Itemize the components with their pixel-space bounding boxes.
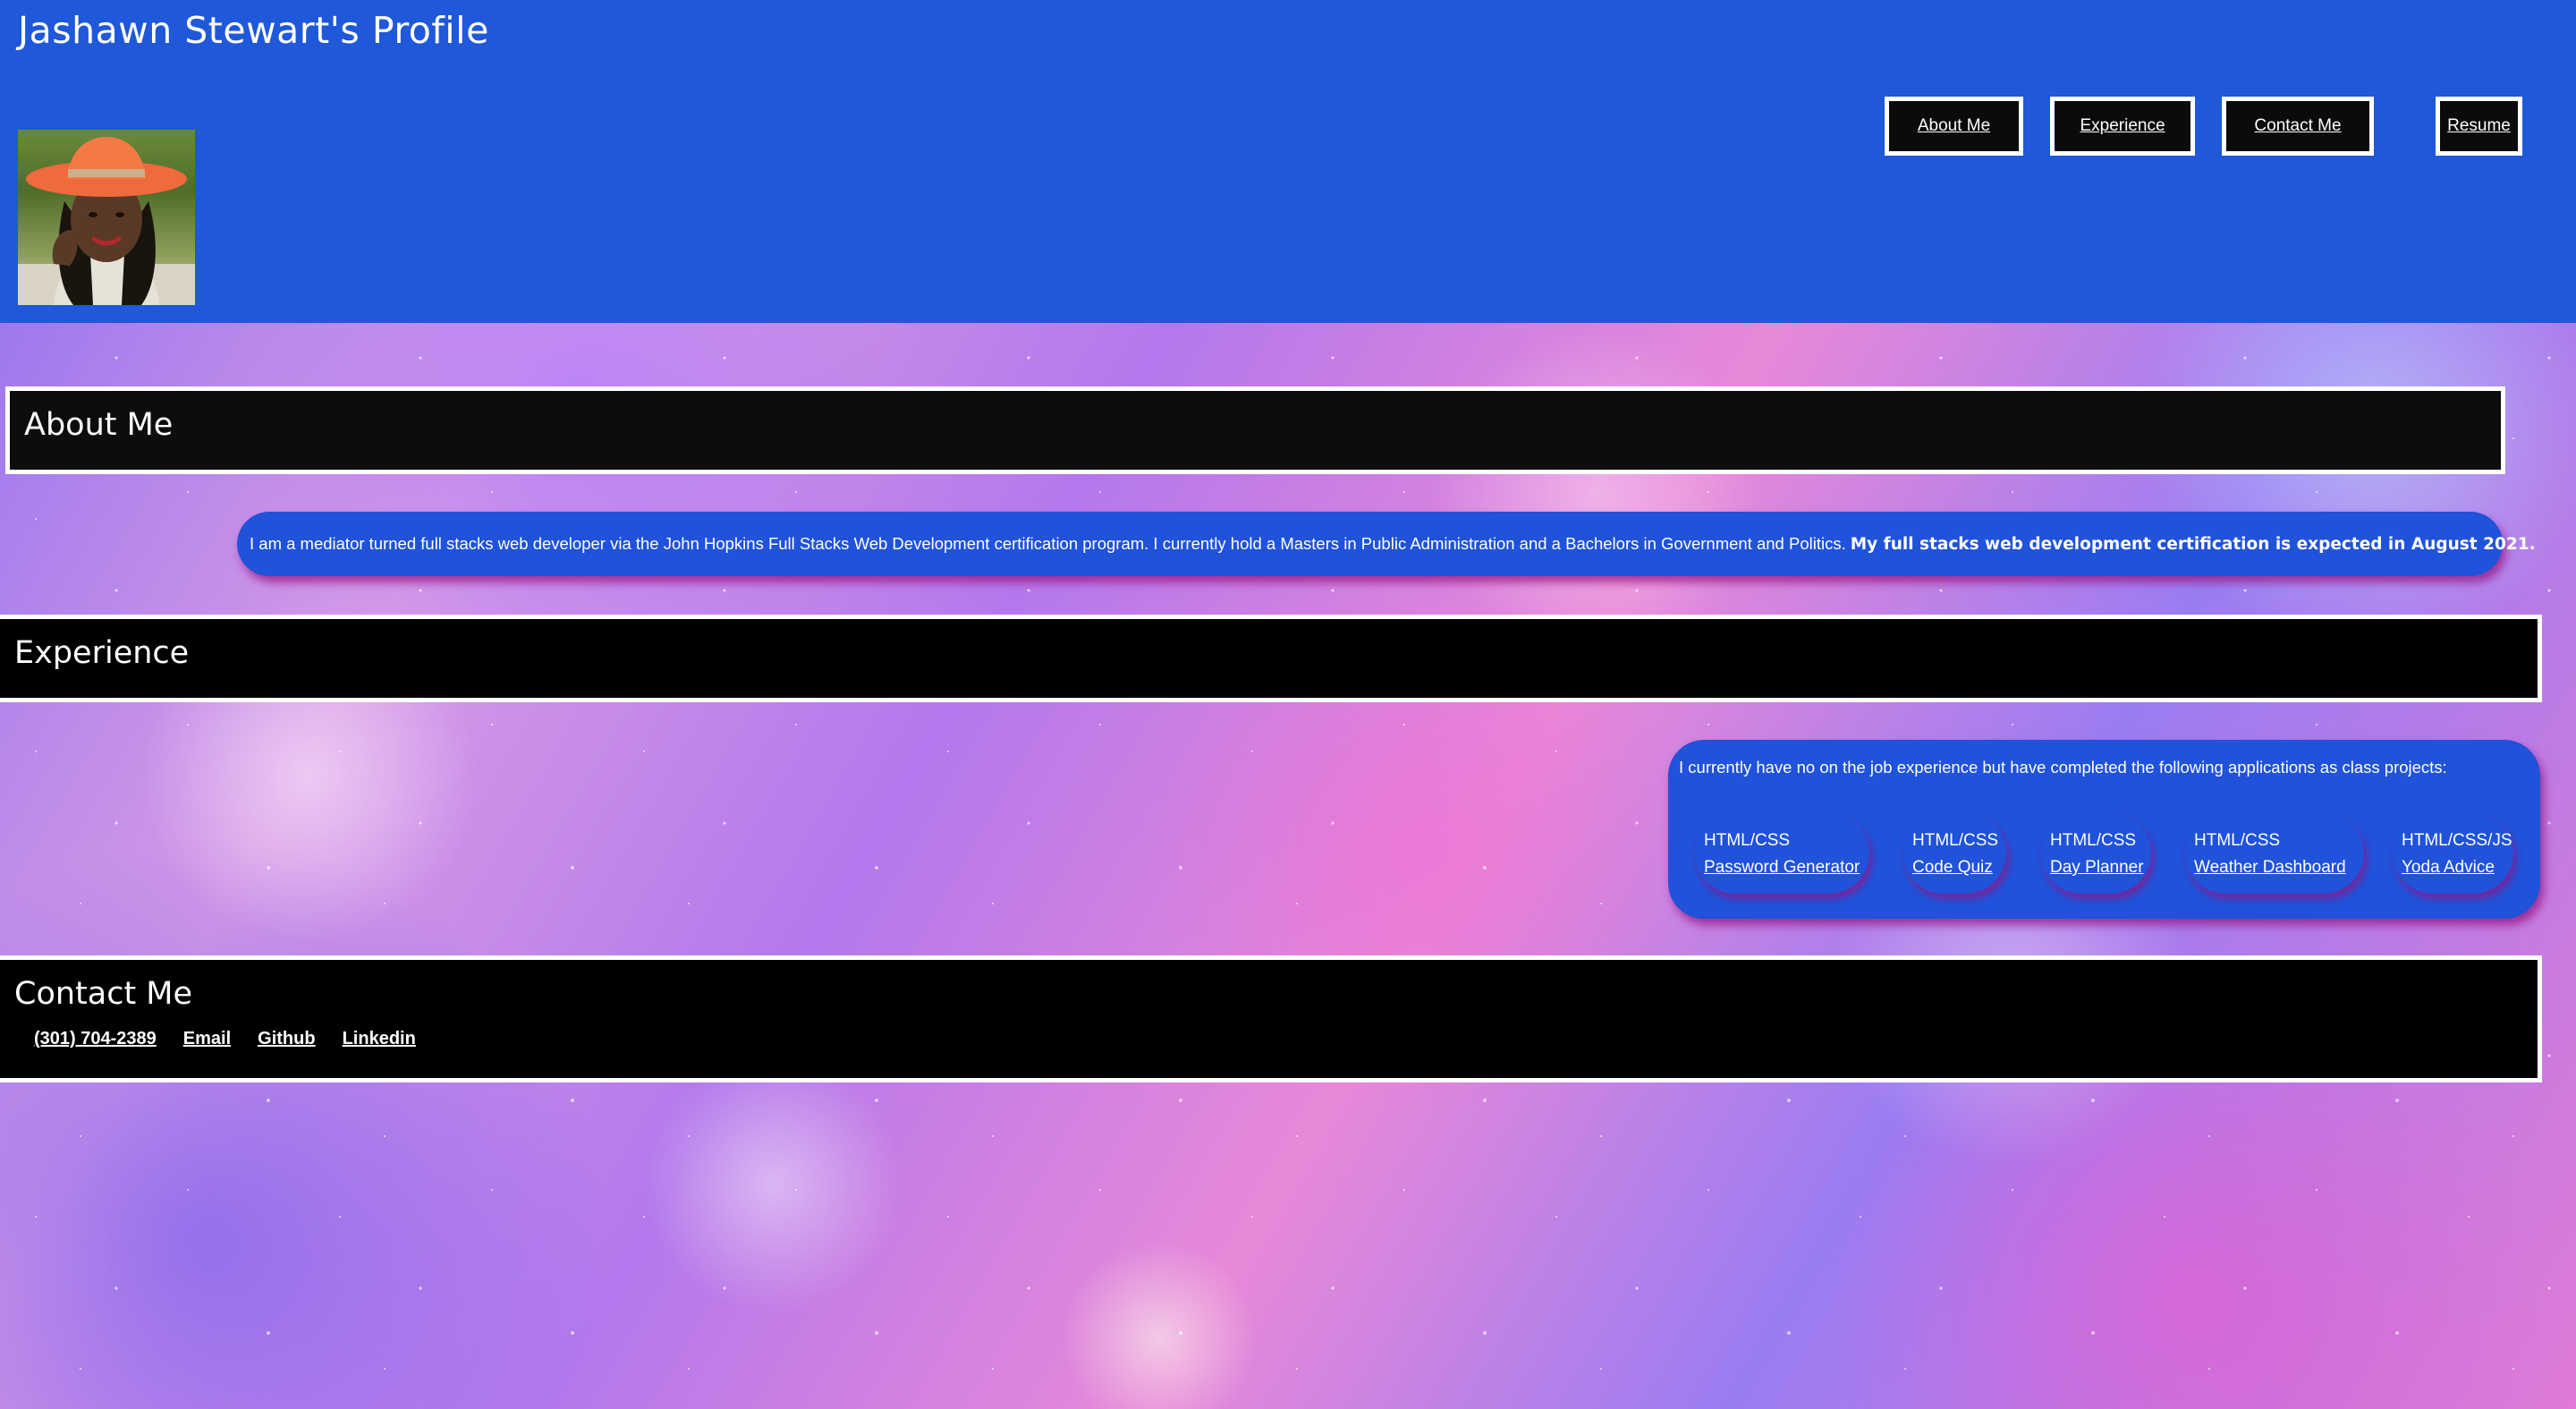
experience-heading-bar: Experience xyxy=(0,615,2542,702)
contact-heading-bar: Contact Me xyxy=(0,955,2542,1082)
about-text: I am a mediator turned full stacks web d… xyxy=(250,534,1846,553)
project-card: HTML/CSS/JS Yoda Advice xyxy=(2393,813,2513,894)
project-link-weather-dashboard[interactable]: Weather Dashboard xyxy=(2194,854,2364,881)
project-card: HTML/CSS Day Planner xyxy=(2041,813,2151,894)
experience-heading: Experience xyxy=(14,635,190,671)
site-header: Jashawn Stewart's Profile About Me Exper… xyxy=(0,0,2576,323)
about-heading-bar: About Me xyxy=(5,386,2505,474)
project-tech: HTML/CSS xyxy=(2194,831,2281,850)
nav-contact-me[interactable]: Contact Me xyxy=(2222,97,2374,156)
project-tech: HTML/CSS xyxy=(1704,831,1791,850)
contact-links: (301) 704-2389 Email Github Linkedin xyxy=(34,1029,416,1049)
phone-link[interactable]: (301) 704-2389 xyxy=(34,1029,157,1049)
project-link-yoda-advice[interactable]: Yoda Advice xyxy=(2402,854,2513,881)
avatar xyxy=(18,130,195,305)
project-link-password-generator[interactable]: Password Generator xyxy=(1704,854,1869,881)
contact-heading: Contact Me xyxy=(14,976,193,1012)
project-tech: HTML/CSS xyxy=(1912,831,1999,850)
github-link[interactable]: Github xyxy=(258,1029,315,1049)
linkedin-link[interactable]: Linkedin xyxy=(343,1029,416,1049)
email-link[interactable]: Email xyxy=(183,1029,231,1049)
experience-panel: I currently have no on the job experienc… xyxy=(1668,740,2540,919)
nav-experience[interactable]: Experience xyxy=(2050,97,2195,156)
about-emphasis: My full stacks web development certifica… xyxy=(1850,534,2536,554)
about-heading: About Me xyxy=(24,407,174,443)
about-text-panel: I am a mediator turned full stacks web d… xyxy=(237,512,2536,576)
experience-intro: I currently have no on the job experienc… xyxy=(1679,758,2447,777)
project-tech: HTML/CSS xyxy=(2050,831,2137,850)
project-card: HTML/CSS Code Quiz xyxy=(1903,813,2006,894)
project-link-code-quiz[interactable]: Code Quiz xyxy=(1912,854,2006,881)
nav-resume[interactable]: Resume xyxy=(2436,97,2522,156)
project-card: HTML/CSS Weather Dashboard xyxy=(2185,813,2364,894)
project-card: HTML/CSS Password Generator xyxy=(1695,813,1869,894)
project-link-day-planner[interactable]: Day Planner xyxy=(2050,854,2151,881)
profile-photo xyxy=(18,137,195,305)
project-tech: HTML/CSS/JS xyxy=(2402,831,2512,850)
page-title: Jashawn Stewart's Profile xyxy=(18,9,489,52)
nav-about-me[interactable]: About Me xyxy=(1885,97,2023,156)
